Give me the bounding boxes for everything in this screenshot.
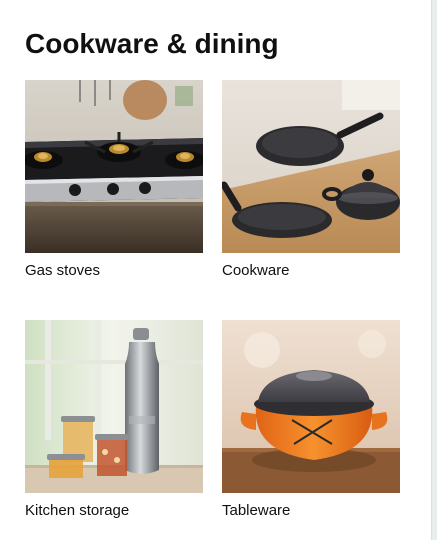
cookware-pans-image[interactable]	[222, 80, 400, 253]
tile-cookware[interactable]: Cookware	[222, 80, 400, 281]
cookware-dining-card: Cookware & dining Gas stoves Cookware Ki…	[0, 0, 431, 540]
tile-tableware[interactable]: Tableware	[222, 320, 400, 521]
tile-label: Cookware	[222, 262, 290, 279]
tile-gas-stoves[interactable]: Gas stoves	[25, 80, 203, 281]
tableware-casserole-image[interactable]	[222, 320, 400, 493]
card-title: Cookware & dining	[25, 28, 279, 59]
tile-label: Kitchen storage	[25, 502, 130, 519]
kitchen-storage-jars-image[interactable]	[25, 320, 203, 493]
gas-stove-image[interactable]	[25, 80, 203, 253]
tile-label: Tableware	[222, 502, 291, 519]
page-scroll-edge	[431, 0, 437, 540]
tile-label: Gas stoves	[25, 262, 101, 279]
tile-kitchen-storage[interactable]: Kitchen storage	[25, 320, 203, 521]
